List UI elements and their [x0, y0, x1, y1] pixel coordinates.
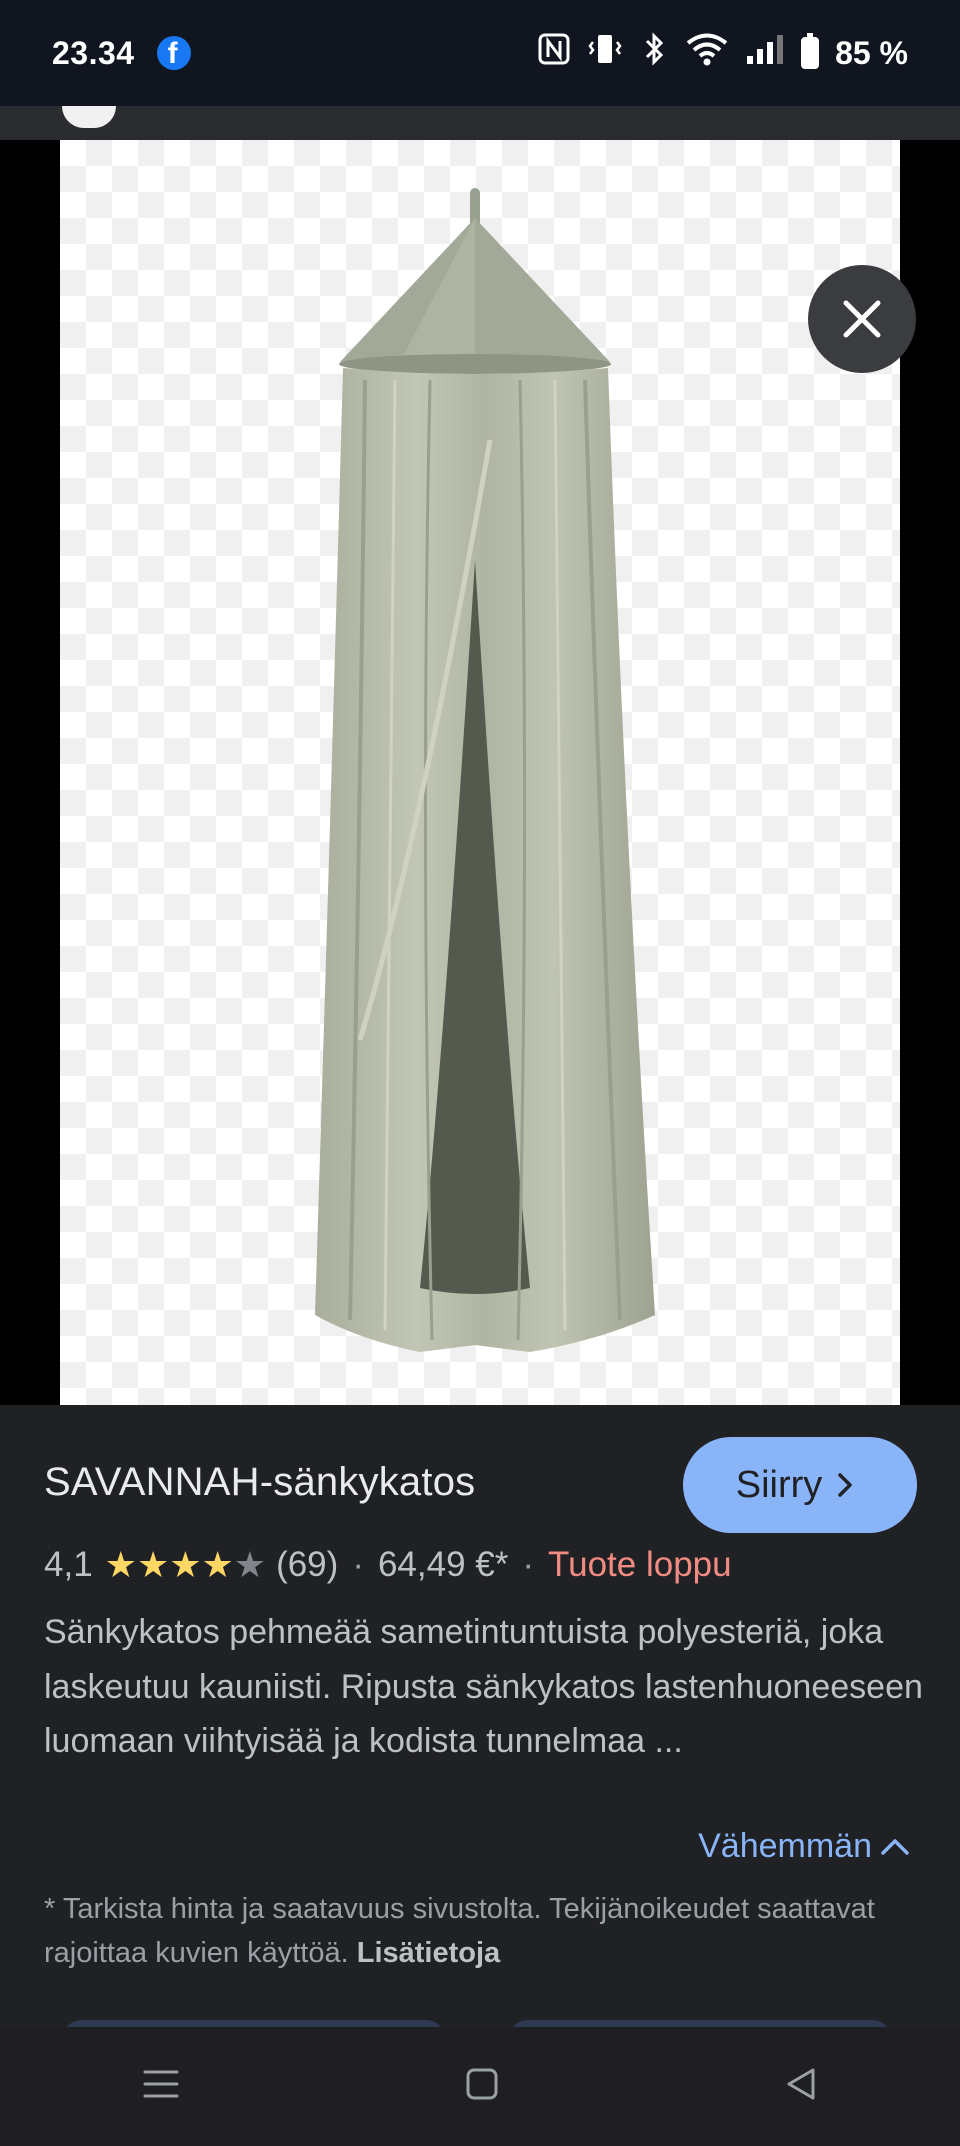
status-icons: 85 %	[537, 32, 908, 74]
wifi-icon	[685, 32, 729, 74]
battery-percentage: 85 %	[835, 34, 908, 71]
product-info-panel: SAVANNAH-sänkykatos Siirry 4,1 ★ ★ ★ ★ ★…	[0, 1405, 960, 2040]
star-icon: ★	[136, 1544, 170, 1585]
facebook-icon	[156, 36, 191, 71]
rating-value: 4,1	[44, 1545, 93, 1584]
visit-button[interactable]: Siirry	[683, 1437, 917, 1533]
home-icon[interactable]	[464, 2066, 500, 2107]
show-less-label: Vähemmän	[698, 1827, 872, 1865]
product-description: Sänkykatos pehmeää sametintuntuista poly…	[44, 1613, 923, 1760]
status-bar: 23.34 85 %	[0, 0, 960, 106]
system-navigation-bar	[0, 2027, 960, 2146]
rating-stars: ★ ★ ★ ★ ★	[105, 1547, 266, 1583]
product-meta: 4,1 ★ ★ ★ ★ ★ (69) · 64,49 €* · Tuote lo…	[44, 1545, 732, 1585]
signal-icon	[745, 32, 785, 74]
bluetooth-icon	[639, 32, 669, 74]
close-button[interactable]	[808, 265, 916, 373]
star-icon: ★	[233, 1544, 267, 1585]
review-count: (69)	[276, 1545, 339, 1584]
image-viewer	[0, 140, 960, 1501]
star-icon: ★	[104, 1544, 137, 1585]
menu-icon[interactable]	[141, 2066, 181, 2107]
stock-status: Tuote loppu	[548, 1545, 732, 1584]
product-image[interactable]	[60, 140, 900, 1405]
close-icon	[843, 300, 881, 338]
previous-content-strip	[0, 106, 960, 140]
separator-dot: ·	[352, 1545, 364, 1584]
battery-icon	[801, 33, 820, 69]
product-price: 64,49 €*	[377, 1545, 509, 1584]
chevron-up-icon	[881, 1838, 909, 1855]
visit-button-label: Siirry	[735, 1463, 823, 1506]
more-info-link[interactable]: Lisätietoja	[357, 1937, 500, 1969]
star-icon: ★	[201, 1544, 234, 1585]
disclaimer: * Tarkista hinta ja saatavuus sivustolta…	[44, 1887, 924, 1975]
chevron-right-icon	[838, 1473, 853, 1497]
show-less-link[interactable]: Vähemmän	[698, 1827, 910, 1866]
separator-dot: ·	[522, 1545, 535, 1584]
avatar	[62, 106, 116, 128]
nfc-icon	[537, 32, 571, 74]
vibrate-icon	[587, 32, 623, 74]
product-title: SAVANNAH-sänkykatos	[44, 1460, 476, 1504]
star-icon: ★	[169, 1544, 202, 1585]
status-time: 23.34	[52, 34, 135, 71]
canopy-illustration	[315, 188, 655, 1352]
back-icon[interactable]	[783, 2066, 819, 2107]
